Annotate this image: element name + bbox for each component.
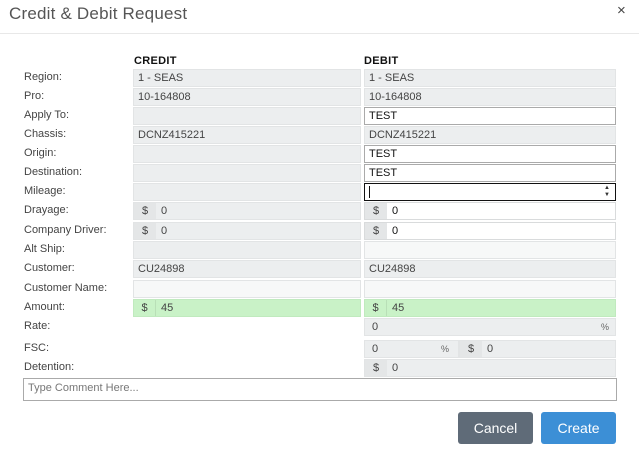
text-caret (369, 186, 370, 198)
debit-customer-field: CU24898 (364, 260, 616, 278)
debit-fsc-dollar-value: 0 (487, 343, 494, 355)
number-spinner[interactable]: ▲ ▼ (602, 185, 612, 199)
debit-pro-field: 10-164808 (364, 88, 616, 106)
credit-company-driver-currency: $ (134, 223, 156, 239)
credit-customer-field: CU24898 (133, 260, 361, 278)
pro-row: Pro: 10-164808 10-164808 (0, 88, 639, 107)
chassis-row: Chassis: DCNZ415221 DCNZ415221 (0, 126, 639, 145)
pro-label: Pro: (24, 90, 45, 102)
debit-destination-input[interactable]: TEST (364, 164, 616, 182)
cancel-button[interactable]: Cancel (458, 412, 533, 444)
debit-mileage-input[interactable]: ▲ ▼ (364, 183, 616, 201)
credit-company-driver-value: 0 (161, 225, 168, 237)
debit-detention-field: $ 0 (364, 359, 616, 377)
debit-column-header: DEBIT (364, 55, 399, 67)
region-label: Region: (24, 71, 62, 83)
customer-row: Customer: CU24898 CU24898 (0, 260, 639, 279)
alt-ship-row: Alt Ship: (0, 241, 639, 260)
debit-drayage-input[interactable]: $ 0 (364, 202, 616, 220)
customer-name-label: Customer Name: (24, 282, 108, 294)
credit-customer-name-field (133, 280, 361, 298)
debit-fsc-dollar-currency: $ (460, 341, 482, 357)
fsc-row: FSC: 0 % $ 0 (0, 340, 639, 359)
debit-fsc-dollar-field: $ 0 (459, 340, 616, 358)
apply-to-label: Apply To: (24, 109, 70, 121)
origin-row: Origin: TEST (0, 145, 639, 164)
debit-drayage-currency: $ (365, 203, 387, 219)
debit-drayage-value: 0 (392, 205, 399, 217)
credit-column-header: CREDIT (134, 55, 177, 67)
customer-label: Customer: (24, 262, 75, 274)
debit-detention-value: 0 (392, 362, 399, 374)
mileage-label: Mileage: (24, 185, 66, 197)
title-divider (0, 33, 639, 34)
debit-rate-value: 0 (372, 321, 379, 333)
debit-amount-currency: $ (365, 300, 387, 316)
credit-drayage-currency: $ (134, 203, 156, 219)
drayage-row: Drayage: $ 0 $ 0 (0, 202, 639, 221)
credit-amount-value: 45 (161, 302, 174, 314)
debit-amount-value: 45 (392, 302, 405, 314)
credit-drayage-value: 0 (161, 205, 168, 217)
debit-alt-ship-field (364, 241, 616, 259)
credit-company-driver-field: $ 0 (133, 222, 361, 240)
credit-amount-currency: $ (134, 300, 156, 316)
region-row: Region: 1 - SEAS 1 - SEAS (0, 69, 639, 88)
mileage-row: Mileage: ▲ ▼ (0, 183, 639, 202)
fsc-label: FSC: (24, 342, 50, 354)
debit-origin-input[interactable]: TEST (364, 145, 616, 163)
rate-label: Rate: (24, 320, 51, 332)
credit-amount-field: $ 45 (133, 299, 361, 317)
comment-textarea[interactable]: Type Comment Here... (23, 378, 617, 401)
debit-region-field: 1 - SEAS (364, 69, 616, 87)
alt-ship-label: Alt Ship: (24, 243, 65, 255)
debit-amount-field: $ 45 (364, 299, 616, 317)
customer-name-row: Customer Name: (0, 280, 639, 299)
debit-company-driver-currency: $ (365, 223, 387, 239)
debit-company-driver-value: 0 (392, 225, 399, 237)
debit-detention-currency: $ (365, 360, 387, 376)
debit-customer-name-field (364, 280, 616, 298)
debit-company-driver-input[interactable]: $ 0 (364, 222, 616, 240)
rate-row: Rate: 0 % (0, 318, 639, 337)
debit-chassis-field: DCNZ415221 (364, 126, 616, 144)
spinner-down-icon[interactable]: ▼ (602, 192, 612, 199)
spinner-up-icon[interactable]: ▲ (602, 185, 612, 192)
credit-chassis-field: DCNZ415221 (133, 126, 361, 144)
detention-label: Detention: (24, 361, 75, 373)
credit-drayage-field: $ 0 (133, 202, 361, 220)
debit-rate-percent: % (601, 322, 610, 332)
company-driver-row: Company Driver: $ 0 $ 0 (0, 222, 639, 241)
origin-label: Origin: (24, 147, 57, 159)
destination-label: Destination: (24, 166, 83, 178)
close-icon[interactable]: × (617, 3, 626, 19)
drayage-label: Drayage: (24, 204, 69, 216)
apply-to-row: Apply To: TEST (0, 107, 639, 126)
debit-rate-field: 0 % (364, 318, 616, 336)
chassis-label: Chassis: (24, 128, 67, 140)
detention-row: Detention: $ 0 (0, 359, 639, 378)
debit-fsc-percent-value: 0 (372, 343, 379, 355)
amount-label: Amount: (24, 301, 65, 313)
debit-apply-to-input[interactable]: TEST (364, 107, 616, 125)
credit-mileage-field (133, 183, 361, 201)
company-driver-label: Company Driver: (24, 224, 107, 236)
debit-fsc-percent-field: 0 % (364, 340, 459, 358)
create-button[interactable]: Create (541, 412, 616, 444)
dialog-title: Credit & Debit Request (9, 4, 188, 23)
destination-row: Destination: TEST (0, 164, 639, 183)
debit-fsc-percent-suffix: % (441, 344, 450, 354)
credit-pro-field: 10-164808 (133, 88, 361, 106)
credit-alt-ship-field (133, 241, 361, 259)
amount-row: Amount: $ 45 $ 45 (0, 299, 639, 318)
credit-region-field: 1 - SEAS (133, 69, 361, 87)
credit-apply-to-field (133, 107, 361, 125)
credit-origin-field (133, 145, 361, 163)
credit-destination-field (133, 164, 361, 182)
